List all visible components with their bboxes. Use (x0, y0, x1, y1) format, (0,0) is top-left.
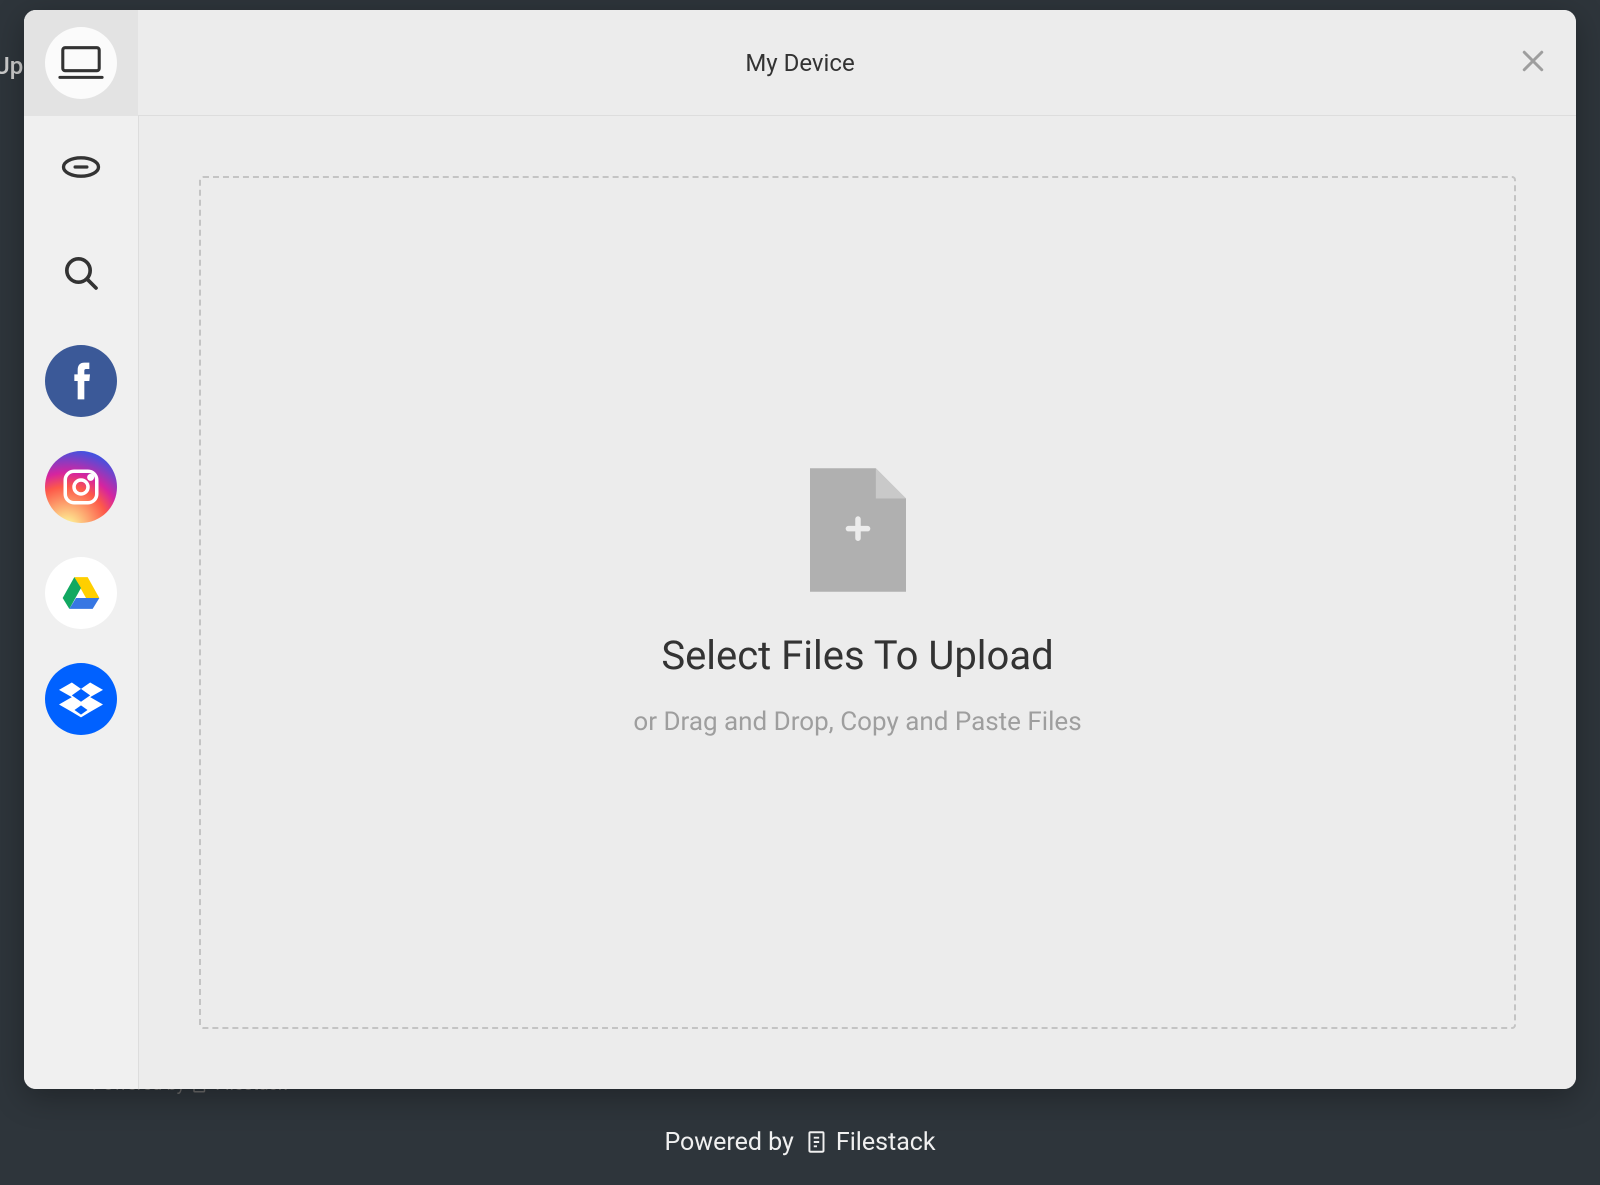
monitor-icon (45, 27, 117, 99)
background-text: Up (0, 52, 23, 80)
modal-body: Select Files To Upload or Drag and Drop,… (24, 116, 1576, 1089)
modal-header: My Device (24, 10, 1576, 116)
sidebar-item-facebook[interactable] (24, 328, 138, 434)
instagram-icon (45, 451, 117, 523)
dropbox-icon (45, 663, 117, 735)
sidebar-item-web-search[interactable] (24, 222, 138, 328)
footer: Powered by Filestack (0, 1099, 1600, 1185)
search-icon (61, 253, 101, 297)
footer-brand-name: Filestack (836, 1128, 936, 1157)
sidebar-item-dropbox[interactable] (24, 646, 138, 752)
google-drive-icon (45, 557, 117, 629)
file-picker-modal: My Device (24, 10, 1576, 1089)
footer-brand[interactable]: Filestack (804, 1128, 936, 1157)
sidebar-item-google-drive[interactable] (24, 540, 138, 646)
modal-title: My Device (745, 49, 854, 77)
filestack-logo-icon (804, 1129, 830, 1155)
close-button[interactable] (1518, 46, 1548, 80)
close-icon (1518, 46, 1548, 76)
file-add-icon (810, 468, 906, 596)
sidebar-item-my-device[interactable] (24, 10, 138, 116)
dropzone-title: Select Files To Upload (661, 632, 1053, 679)
dropzone-subtitle: or Drag and Drop, Copy and Paste Files (633, 707, 1081, 737)
sidebar-item-link-url[interactable] (24, 116, 138, 222)
link-icon (61, 147, 101, 191)
file-dropzone[interactable]: Select Files To Upload or Drag and Drop,… (199, 176, 1516, 1029)
footer-powered-by-label: Powered by (664, 1128, 793, 1157)
sidebar-item-instagram[interactable] (24, 434, 138, 540)
main-panel: Select Files To Upload or Drag and Drop,… (138, 116, 1576, 1089)
facebook-icon (45, 345, 117, 417)
source-sidebar (24, 116, 138, 1089)
